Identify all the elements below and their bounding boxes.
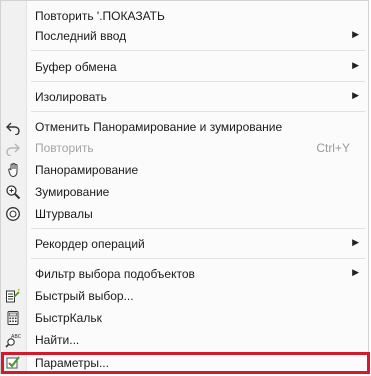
menu-item-label: Отменить Панорамирование и зумирование <box>35 120 283 134</box>
menu-item-quick-select[interactable]: Быстрый выбор... <box>2 286 368 306</box>
calculator-icon <box>5 310 21 326</box>
menu-separator <box>31 228 365 229</box>
menu-item-subobject-filter[interactable]: Фильтр выбора подобъектов ▶ <box>2 264 368 284</box>
zoom-magnifier-icon <box>5 184 21 200</box>
steering-wheel-icon <box>5 206 21 222</box>
find-abc-icon: ABC <box>5 332 21 348</box>
menu-item-label: Штурвалы <box>35 207 93 221</box>
menu-item-label: Зумирование <box>35 185 110 199</box>
submenu-arrow-icon: ▶ <box>352 29 359 39</box>
menu-item-pan[interactable]: Панорамирование <box>2 160 368 180</box>
shortcut-label: Ctrl+Y <box>316 141 350 155</box>
menu-item-recent-input[interactable]: Последний ввод ▶ <box>2 26 368 46</box>
menu-item-label: Последний ввод <box>35 29 127 43</box>
menu-item-find[interactable]: ABC Найти... <box>2 330 368 350</box>
redo-icon <box>5 140 21 156</box>
menu-item-label: Найти... <box>35 333 80 347</box>
undo-icon <box>5 119 21 135</box>
submenu-arrow-icon: ▶ <box>352 60 359 70</box>
menu-item-label: Повторить <box>35 141 94 155</box>
menu-item-quickcalc[interactable]: БыстрКальк <box>2 308 368 328</box>
submenu-arrow-icon: ▶ <box>352 90 359 100</box>
menu-item-label: Панорамирование <box>35 163 139 177</box>
menu-item-zoom[interactable]: Зумирование <box>2 182 368 202</box>
menu-item-label: Фильтр выбора подобъектов <box>35 267 195 281</box>
menu-separator <box>31 81 365 82</box>
menu-item-steering-wheels[interactable]: Штурвалы <box>2 204 368 224</box>
menu-separator <box>31 111 365 112</box>
pan-hand-icon <box>5 162 21 178</box>
menu-item-isolate[interactable]: Изолировать ▶ <box>2 87 368 107</box>
menu-item-repeat-show[interactable]: Повторить '.ПОКАЗАТЬ <box>2 6 368 26</box>
menu-separator <box>31 50 365 51</box>
submenu-arrow-icon: ▶ <box>352 237 359 247</box>
menu-item-label: Быстрый выбор... <box>35 289 134 303</box>
highlight-box <box>1 352 370 374</box>
menu-item-action-recorder[interactable]: Рекордер операций ▶ <box>2 234 368 254</box>
menu-item-label: Повторить '.ПОКАЗАТЬ <box>35 9 165 23</box>
menu-separator <box>31 258 365 259</box>
menu-item-redo[interactable]: Повторить Ctrl+Y <box>2 138 368 158</box>
menu-item-label: Буфер обмена <box>35 60 117 74</box>
menu-item-label: БыстрКальк <box>35 311 102 325</box>
submenu-arrow-icon: ▶ <box>352 267 359 277</box>
menu-item-clipboard[interactable]: Буфер обмена ▶ <box>2 57 368 77</box>
quick-select-icon <box>5 288 21 304</box>
menu-item-undo[interactable]: Отменить Панорамирование и зумирование <box>2 117 368 137</box>
context-menu: Повторить '.ПОКАЗАТЬ Последний ввод ▶ Бу… <box>0 0 370 374</box>
menu-item-label: Изолировать <box>35 90 107 104</box>
menu-item-label: Рекордер операций <box>35 237 145 251</box>
